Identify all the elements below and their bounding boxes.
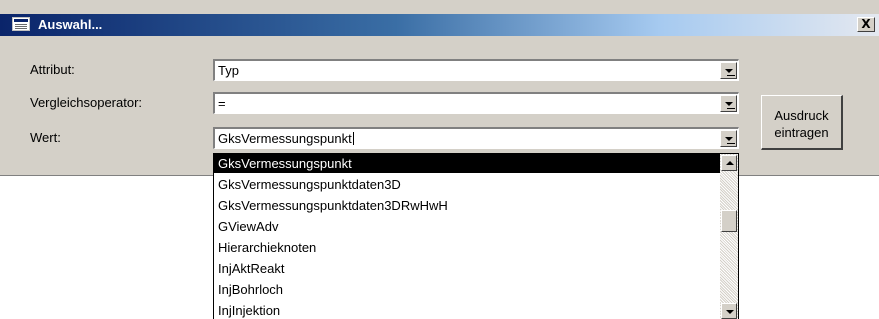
- scroll-up-icon: [726, 161, 734, 165]
- list-item[interactable]: InjAktReakt: [214, 259, 720, 278]
- window-title: Auswahl...: [38, 17, 103, 32]
- dropdown-scrollbar[interactable]: [720, 154, 738, 319]
- operator-combobox[interactable]: =: [213, 92, 739, 114]
- wert-value: GksVermessungspunkt: [218, 131, 352, 146]
- wert-label: Wert:: [30, 130, 61, 145]
- list-item[interactable]: GksVermessungspunktdaten3DRwHwH: [214, 196, 720, 215]
- attribut-combobox[interactable]: Typ: [213, 59, 739, 81]
- list-item[interactable]: Hierarchieknoten: [214, 238, 720, 257]
- close-icon: X: [861, 17, 871, 31]
- attribut-dropdown-button[interactable]: [720, 62, 737, 79]
- wert-value-wrap: GksVermessungspunkt: [218, 131, 354, 146]
- wert-dropdown-button[interactable]: [720, 130, 737, 147]
- list-item[interactable]: InjBohrloch: [214, 280, 720, 299]
- chevron-down-icon: [725, 102, 733, 106]
- close-button[interactable]: X: [857, 17, 875, 32]
- form-icon: [12, 17, 30, 31]
- list-item[interactable]: InjInjektion: [214, 301, 720, 319]
- chevron-down-icon: [725, 69, 733, 73]
- button-label-line1: Ausdruck: [774, 108, 829, 123]
- list-item[interactable]: GksVermessungspunkt: [214, 154, 720, 173]
- title-bar[interactable]: Auswahl... X: [0, 14, 879, 36]
- scroll-down-icon: [726, 310, 734, 314]
- operator-value: =: [218, 96, 226, 111]
- scroll-down-button[interactable]: [721, 303, 737, 319]
- list-item[interactable]: GksVermessungspunktdaten3D: [214, 175, 720, 194]
- attribut-value: Typ: [218, 63, 239, 78]
- ausdruck-eintragen-button[interactable]: Ausdruck eintragen: [761, 95, 843, 150]
- scrollbar-thumb[interactable]: [721, 210, 737, 232]
- button-label-line2: eintragen: [774, 125, 829, 140]
- wert-combobox[interactable]: GksVermessungspunkt: [213, 127, 739, 149]
- chevron-down-icon: [725, 137, 733, 141]
- operator-label: Vergleichsoperator:: [30, 95, 143, 110]
- dialog-window: Auswahl... X Attribut: Typ Vergleichsope…: [0, 0, 879, 176]
- scroll-up-button[interactable]: [721, 155, 737, 171]
- operator-dropdown-button[interactable]: [720, 95, 737, 112]
- attribut-label: Attribut:: [30, 62, 75, 77]
- text-cursor: [352, 132, 354, 145]
- list-item[interactable]: GViewAdv: [214, 217, 720, 236]
- wert-dropdown-list[interactable]: GksVermessungspunkt GksVermessungspunktd…: [213, 153, 739, 319]
